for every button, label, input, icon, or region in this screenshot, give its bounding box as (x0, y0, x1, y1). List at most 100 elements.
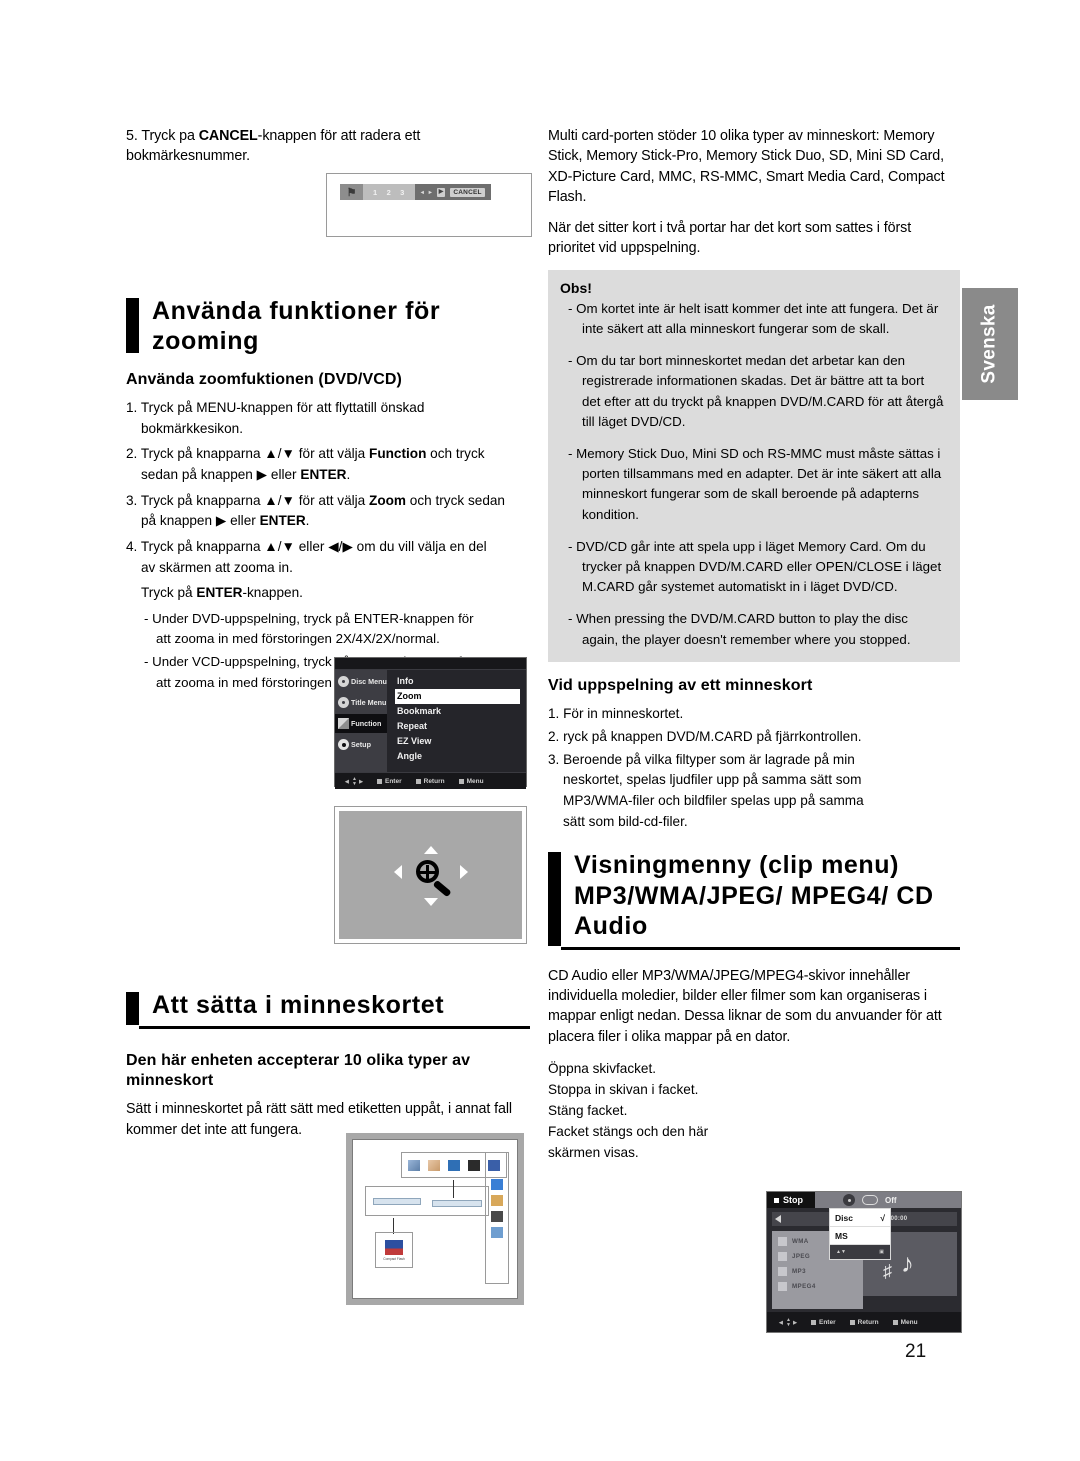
card-slot-left (373, 1198, 421, 1205)
file-icon (778, 1282, 787, 1291)
playback-step-3-line1: 3. Beroende på vilka filtyper som är lag… (548, 751, 855, 767)
heading-memorycard-text: Att sätta i minneskortet (152, 991, 445, 1019)
tray-step: Öppna skivfacket. (548, 1060, 657, 1076)
clip-top-icons: Off (843, 1194, 897, 1206)
clip-status-label: Stop (783, 1195, 803, 1205)
left-column-lower: Att sätta i minneskortet Den här enheten… (126, 990, 530, 1151)
music-note-icon: ♯ (883, 1261, 892, 1281)
xd-picture-icon (468, 1159, 480, 1171)
zoom-step-4-c: om du vill välja en del (352, 539, 487, 554)
memory-stick-pro-icon (428, 1159, 440, 1171)
magnifier-handle (432, 879, 452, 897)
zoom-step-1-line1: 1. Tryck på MENU-knappen för att flyttat… (126, 400, 425, 416)
osd-topbar (335, 658, 526, 670)
note-item: - When pressing the DVD/M.CARD button to… (560, 609, 946, 649)
clip-file-label: WMA (792, 1238, 809, 1245)
clip-footer: ▲ ▼ ◀ ▶ Enter Return Menu (767, 1312, 961, 1332)
tray-step: skärmen visas. (548, 1145, 639, 1161)
arrow-updown-icon: ▲/▼ (264, 492, 295, 508)
note-item: - Om kortet inte är helt isatt kommer de… (560, 299, 946, 339)
zoom-step-3-d: på knappen (141, 513, 216, 529)
osd-item-ez-view: EZ View (397, 736, 432, 746)
section-heading-memorycard: Att sätta i minneskortet (126, 990, 530, 1029)
playback-step-1: 1. För in minneskortet. (548, 706, 684, 722)
magnifier-group (392, 844, 470, 906)
manual-page: 5. Tryck pa CANCEL-knappen för att rader… (0, 0, 1080, 1461)
osd-item-angle: Angle (397, 751, 423, 761)
zoom-step-3-a: 3. Tryck på knapparna (126, 492, 265, 508)
rs-mmc-icon (491, 1227, 503, 1238)
card-slot-diagram-figure: Compact Flash (346, 1133, 524, 1305)
arrow-updown-icon: ▲/▼ (264, 539, 295, 554)
zoom-step-2-enter: ENTER (300, 467, 347, 483)
multimedia-icon (491, 1195, 503, 1206)
bookmark-number: 2 (386, 187, 392, 197)
card-diagram: Compact Flash (352, 1139, 518, 1299)
enter-line-a: Tryck på (141, 585, 197, 601)
return-key-icon (415, 778, 421, 784)
zoom-step-2-c: och tryck (426, 446, 485, 462)
section-heading-zooming: Använda funktioner för zooming (126, 296, 530, 357)
bullet-dash: - (144, 654, 153, 670)
osd-item-info: Info (397, 676, 414, 686)
memory-stick-icon (408, 1159, 420, 1171)
zoom-step-4-a: 4. Tryck på knapparna (126, 539, 265, 554)
dropdown-option-ms[interactable]: MS (830, 1227, 890, 1245)
heading-bar (548, 852, 561, 946)
enter-line-b: -knappen. (242, 585, 303, 601)
file-icon (778, 1237, 787, 1246)
bullet-dash: - (568, 353, 577, 369)
clip-status-stop: Stop (767, 1192, 815, 1208)
clip-file-label: MP3 (792, 1268, 806, 1275)
cancel-button-graphic: CANCEL (450, 187, 485, 197)
osd-sidebar-label: Function (351, 719, 382, 728)
zoom-step-2-b: för att välja (294, 446, 370, 462)
bookmark-numbers: 1 2 3 (363, 184, 415, 200)
heading-bar (126, 992, 139, 1025)
zoom-step-3-b: för att välja (294, 492, 370, 508)
plus-icon-vertical (425, 864, 429, 880)
osd-sidebar-label: Title Menu (351, 698, 387, 707)
paragraph-clipmenu: CD Audio eller MP3/WMA/JPEG/MPEG4-skivor… (548, 967, 942, 1045)
note-title: Obs! (560, 279, 592, 296)
bullet-dash: - (568, 611, 577, 627)
osd-body: Disc Menu Title Menu Function Setup Info… (335, 670, 526, 772)
subheading-zoom-function: Använda zoomfuktionen (DVD/VCD) (126, 370, 402, 388)
check-icon: √ (880, 1212, 885, 1223)
note-item-text: Om du tar bort minneskortet medan det ar… (576, 353, 944, 429)
arrow-left-icon (393, 865, 402, 879)
dropdown-option-disc[interactable]: Disc √ (830, 1209, 890, 1227)
zoom-step-3-bold: Zoom (369, 492, 407, 508)
enter-line-bold: ENTER (196, 585, 243, 601)
dropdown-nav: ▲▼ ▣ (830, 1245, 890, 1259)
clip-file-row: MPEG4 (778, 1282, 863, 1291)
clip-footer-enter: Enter (811, 1319, 836, 1326)
osd-menu-figure: Disc Menu Title Menu Function Setup Info… (334, 657, 527, 789)
dpad-icon: ▲ ▼ ◀ ▶ (345, 775, 363, 787)
playback-step-2: 2. ryck på knappen DVD/M.CARD på fjärrko… (548, 728, 862, 744)
zoom-bullet-dvd-line1: Under DVD-uppspelning, tryck på ENTER-kn… (152, 610, 474, 626)
clip-status-bar: Stop Off (767, 1192, 961, 1208)
note-item: - Memory Stick Duo, Mini SD och RS-MMC m… (560, 444, 946, 525)
repeat-icon (862, 1195, 878, 1205)
note-box-obs: Obs! - Om kortet inte är helt isatt komm… (548, 269, 960, 662)
playback-step-3: 3. Beroende på vilka filtyper som är lag… (548, 750, 960, 833)
language-tab-svenska: Svenska (962, 288, 1018, 400)
zoom-step-3-line2: på knappen ▶ eller ENTER. (141, 511, 530, 532)
clip-file-label: JPEG (792, 1253, 811, 1260)
osd-item-repeat: Repeat (397, 721, 428, 731)
right-column: Multi card-porten stöder 10 olika typer … (548, 126, 960, 1163)
zoom-step-4-b: eller (294, 539, 329, 554)
osd-sidebar-item-function: Function (335, 714, 387, 733)
speaker-icon (775, 1215, 781, 1223)
zoom-step-3-c: och tryck sedan (406, 492, 505, 508)
language-tab-label: Svenska (979, 304, 1000, 384)
osd-sidebar-label: Disc Menu (351, 677, 387, 686)
compact-flash-icon (385, 1239, 403, 1255)
clip-source-dropdown[interactable]: Disc √ MS ▲▼ ▣ (829, 1208, 891, 1260)
note-item: - Om du tar bort minneskortet medan det … (560, 351, 946, 432)
osd-list: Info Zoom Bookmark Repeat EZ View Angle (387, 670, 526, 772)
file-icon (778, 1252, 787, 1261)
compact-flash-box: Compact Flash (375, 1232, 413, 1268)
arrow-right-icon: ▶ (256, 467, 268, 483)
